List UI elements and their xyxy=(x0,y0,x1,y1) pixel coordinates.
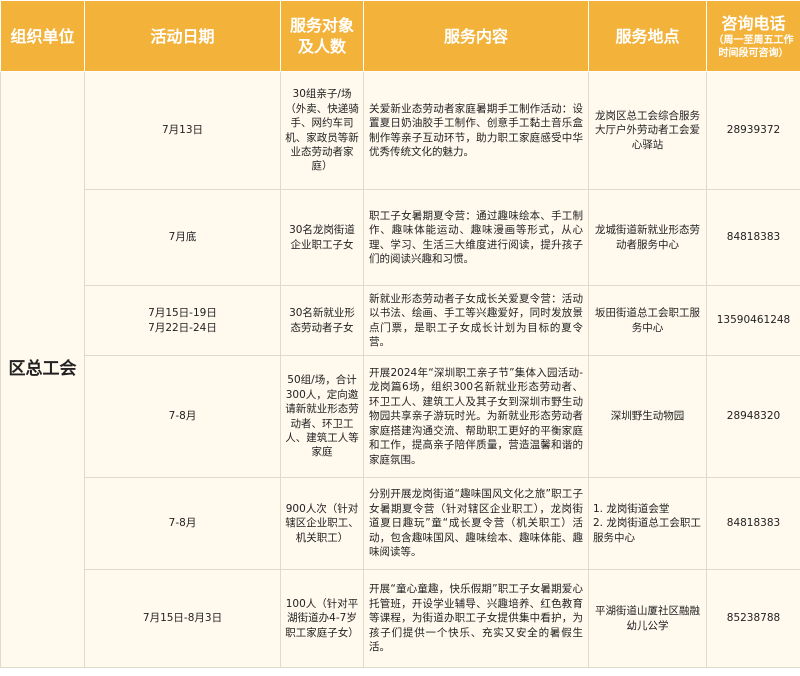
header-target: 服务对象 及人数 xyxy=(280,0,364,72)
header-location: 服务地点 xyxy=(588,0,707,72)
date-cell: 7-8月 xyxy=(84,355,281,478)
content-cell: 分别开展龙岗街道“趣味国风文化之旅”职工子女暑期夏令营（针对辖区企业职工），龙岗… xyxy=(363,477,589,570)
target-cell: 30组亲子/场（外卖、快递骑手、网约车司机、家政员等新业态劳动者家庭） xyxy=(280,71,364,190)
table-row: 7-8月 900人次（针对辖区企业职工、机关职工） 分别开展龙岗街道“趣味国风文… xyxy=(1,477,800,570)
phone-cell: 28939372 xyxy=(706,71,800,190)
target-cell: 30名新就业形态劳动者子女 xyxy=(280,285,364,356)
phone-note: （周一至周五工作 时间段可咨询） xyxy=(713,34,794,59)
table-header-row: 组织单位 活动日期 服务对象 及人数 服务内容 服务地点 咨询电话 （周一至周五工… xyxy=(0,0,800,72)
content-cell: 新就业形态劳动者子女成长关爱夏令营：活动以书法、绘画、手工等兴趣爱好，同时发放景… xyxy=(363,285,589,356)
phone-cell: 13590461248 xyxy=(706,285,800,356)
location-cell: 龙城街道新就业形态劳动者服务中心 xyxy=(588,189,707,286)
target-cell: 100人（针对平湖街道办4-7岁职工家庭子女） xyxy=(280,569,364,668)
content-cell: 关爱新业态劳动者家庭暑期手工制作活动：设置夏日奶油胶手工制作、创意手工黏土音乐盒… xyxy=(363,71,589,190)
header-content: 服务内容 xyxy=(363,0,589,72)
content-cell: 开展“童心童趣，快乐假期”职工子女暑期爱心托管班，开设学业辅导、兴趣培养、红色教… xyxy=(363,569,589,668)
date-cell: 7月15日-19日 7月22日-24日 xyxy=(84,285,281,356)
location-cell: 坂田街道总工会职工服务中心 xyxy=(588,285,707,356)
header-org: 组织单位 xyxy=(0,0,85,72)
table-row: 7月15日-19日 7月22日-24日 30名新就业形态劳动者子女 新就业形态劳动… xyxy=(1,285,800,356)
location-cell: 深圳野生动物园 xyxy=(588,355,707,478)
target-cell: 50组/场，合计300人，定向邀请新就业形态劳动者、环卫工人、建筑工人等家庭 xyxy=(280,355,364,478)
activity-table: 组织单位 活动日期 服务对象 及人数 服务内容 服务地点 咨询电话 （周一至周五工… xyxy=(0,0,800,668)
phone-cell: 84818383 xyxy=(706,189,800,286)
table-row: 7-8月 50组/场，合计300人，定向邀请新就业形态劳动者、环卫工人、建筑工人… xyxy=(1,355,800,478)
target-cell: 900人次（针对辖区企业职工、机关职工） xyxy=(280,477,364,570)
content-cell: 职工子女暑期夏令营：通过趣味绘本、手工制作、趣味体能运动、趣味漫画等形式，从心理… xyxy=(363,189,589,286)
phone-cell: 84818383 xyxy=(706,477,800,570)
date-cell: 7-8月 xyxy=(84,477,281,570)
table-row: 7月15日-8月3日 100人（针对平湖街道办4-7岁职工家庭子女） 开展“童心… xyxy=(1,569,800,668)
phone-cell: 85238788 xyxy=(706,569,800,668)
phone-cell: 28948320 xyxy=(706,355,800,478)
date-cell: 7月15日-8月3日 xyxy=(84,569,281,668)
org-cell: 区总工会 xyxy=(0,71,85,668)
header-date: 活动日期 xyxy=(84,0,281,72)
content-cell: 开展2024年“深圳职工亲子节”集体入园活动-龙岗篇6场，组织300名新就业形态… xyxy=(363,355,589,478)
table-row: 区总工会 7月13日 30组亲子/场（外卖、快递骑手、网约车司机、家政员等新业态… xyxy=(0,71,800,668)
date-cell: 7月13日 xyxy=(84,71,281,190)
location-cell: 平湖街道山厦社区融融幼儿公学 xyxy=(588,569,707,668)
header-phone: 咨询电话 （周一至周五工作 时间段可咨询） xyxy=(706,0,800,72)
location-cell: 龙岗区总工会综合服务大厅户外劳动者工会爱心驿站 xyxy=(588,71,707,190)
target-cell: 30名龙岗街道企业职工子女 xyxy=(280,189,364,286)
date-cell: 7月底 xyxy=(84,189,281,286)
location-cell: 1. 龙岗街道会堂 2. 龙岗街道总工会职工服务中心 xyxy=(588,477,707,570)
table-row: 7月底 30名龙岗街道企业职工子女 职工子女暑期夏令营：通过趣味绘本、手工制作、… xyxy=(1,189,800,286)
